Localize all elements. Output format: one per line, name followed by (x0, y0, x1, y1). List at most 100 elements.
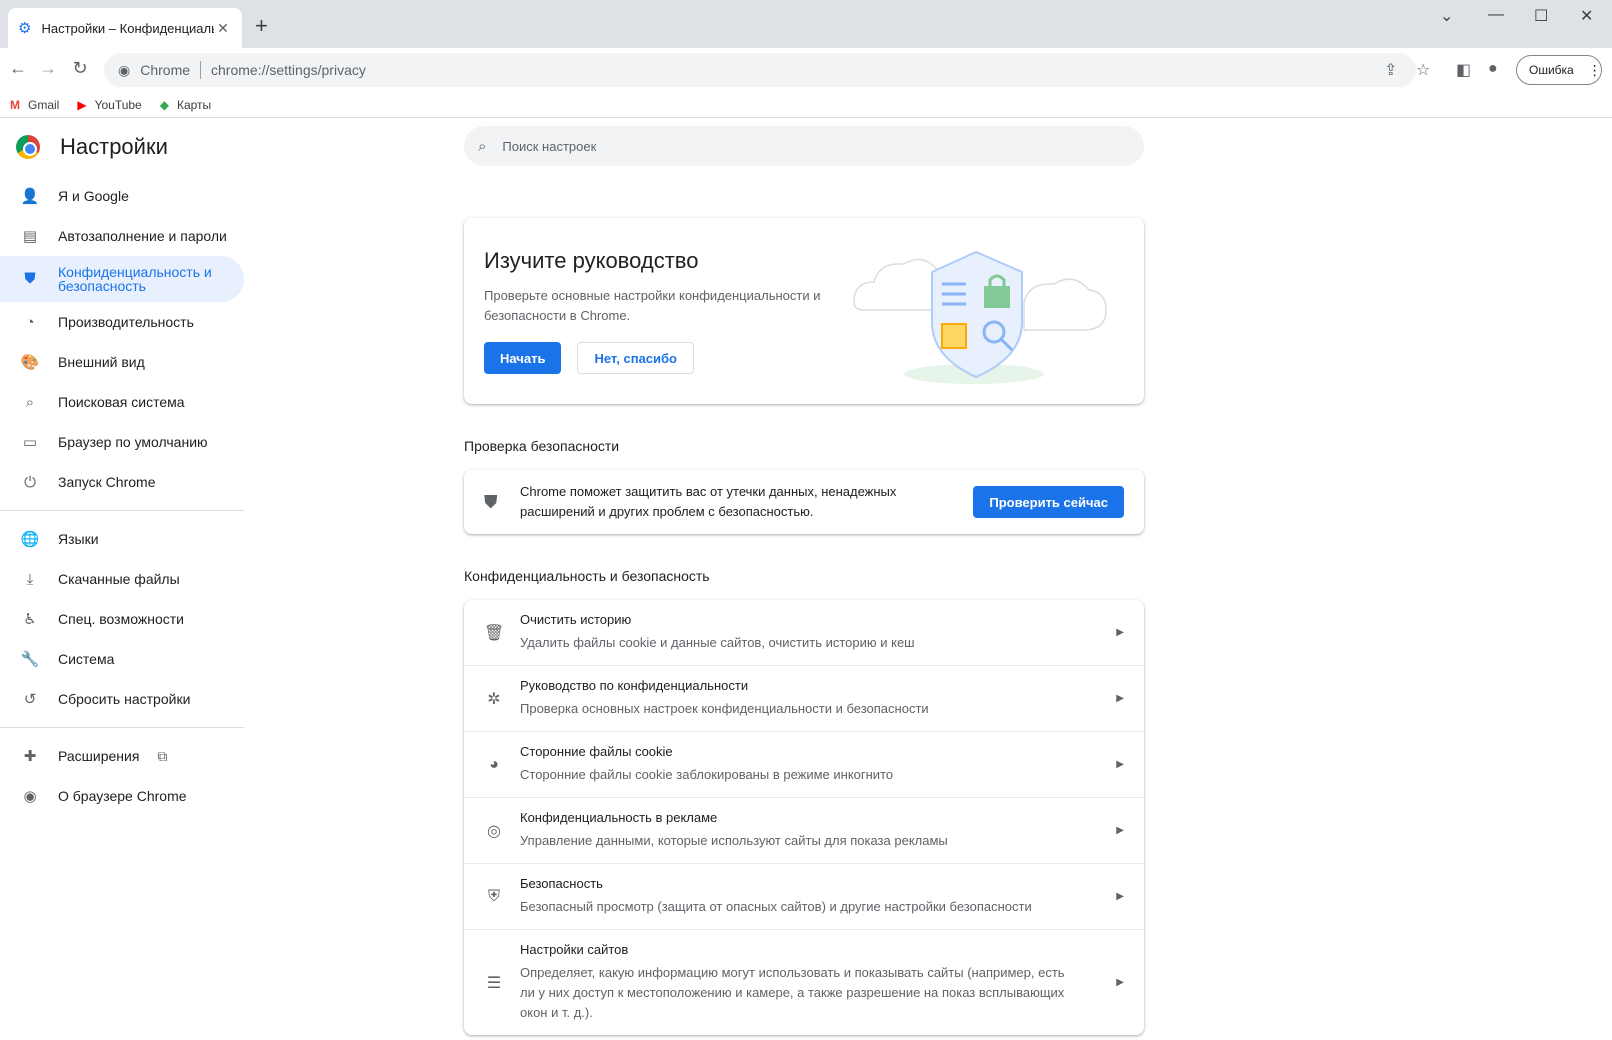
sidebar-item-system[interactable]: 🔧 Система (0, 639, 244, 679)
chrome-logo-icon (16, 135, 40, 159)
star-icon[interactable]: ☆ (1416, 60, 1430, 80)
safety-check-card: ⛊ Chrome поможет защитить вас от утечки … (464, 470, 1144, 534)
privacy-guide-promo: Изучите руководство Проверьте основные н… (464, 218, 1144, 404)
kebab-menu-icon[interactable]: ⋮ (1588, 62, 1602, 79)
tune-icon: ☰ (484, 973, 504, 993)
sidebar-item-label: Скачанные файлы (58, 571, 180, 587)
cookie-icon: ◕ (484, 756, 504, 774)
row-subtitle: Определяет, какую информацию могут испол… (520, 963, 1080, 1023)
sidebar-item-label: Сбросить настройки (58, 691, 190, 707)
sidebar-item-default-browser[interactable]: ▭Браузер по умолчанию (0, 422, 244, 462)
gmail-icon: M (10, 98, 20, 112)
sidebar-item-label: Конфиденциальность и безопасность (58, 265, 228, 293)
share-icon[interactable]: ⇪ (1384, 60, 1397, 80)
row-title: Настройки сайтов (520, 942, 1096, 957)
profile-error-button[interactable]: Ошибка ⋮ (1516, 55, 1602, 85)
start-button[interactable]: Начать (484, 342, 561, 374)
row-subtitle: Удалить файлы cookie и данные сайтов, оч… (520, 633, 1096, 653)
promo-description: Проверьте основные настройки конфиденциа… (484, 286, 824, 326)
accessibility-icon: ♿ (20, 610, 40, 628)
window-close-button[interactable]: ✕ (1580, 6, 1593, 26)
sidebar-item-downloads[interactable]: ⤓ Скачанные файлы (0, 559, 244, 599)
sidebar-divider (0, 510, 244, 511)
download-icon: ⤓ (20, 571, 40, 588)
new-tab-button[interactable]: + (255, 13, 268, 39)
search-input[interactable]: ⌕ Поиск настроек (464, 126, 1144, 166)
shield-check-icon: ⛊ (484, 492, 504, 513)
sidebar-item-you-and-google[interactable]: 👤Я и Google (0, 176, 244, 216)
check-now-button[interactable]: Проверить сейчас (973, 486, 1124, 518)
globe-icon: 🌐 (20, 530, 40, 548)
row-subtitle: Проверка основных настроек конфиденциаль… (520, 699, 1096, 719)
sidebar-item-label: Внешний вид (58, 354, 145, 370)
puzzle-icon: ✚ (20, 747, 40, 765)
search-icon: ⌕ (20, 394, 40, 411)
page-title: Настройки (60, 134, 168, 160)
sidebar-item-privacy[interactable]: ⛊Конфиденциальность и безопасность (0, 256, 244, 302)
address-bar[interactable]: ◉ Chrome chrome://settings/privacy (104, 53, 1416, 87)
youtube-icon: ▶ (77, 98, 86, 112)
clipboard-icon: ▤ (20, 227, 40, 245)
sidebar-item-languages[interactable]: 🌐Языки (0, 519, 244, 559)
forward-button[interactable]: → (36, 58, 60, 79)
back-button[interactable]: ← (6, 58, 30, 79)
bookmark-maps[interactable]: ◆ Карты (160, 98, 211, 112)
sidebar-item-performance[interactable]: ◔ Производительность (0, 302, 244, 342)
reload-button[interactable]: ↻ (68, 58, 92, 79)
wrench-icon: 🔧 (20, 650, 40, 668)
arrow-right-icon: ▶ (1116, 759, 1124, 770)
bookmark-youtube[interactable]: ▶ YouTube (77, 98, 141, 112)
sidebar-item-accessibility[interactable]: ♿Спец. возможности (0, 599, 244, 639)
arrow-right-icon: ▶ (1116, 891, 1124, 902)
privacy-list: 🗑 Очистить историюУдалить файлы cookie и… (464, 600, 1144, 1035)
omnibox-url: chrome://settings/privacy (211, 62, 366, 78)
tab-title: Настройки – Конфиденциальн (41, 21, 214, 36)
sidebar-item-label: Запуск Chrome (58, 474, 155, 490)
no-thanks-button[interactable]: Нет, спасибо (577, 342, 694, 374)
palette-icon: 🎨 (20, 353, 40, 371)
row-subtitle: Сторонние файлы cookie заблокированы в р… (520, 765, 1096, 785)
row-subtitle: Безопасный просмотр (защита от опасных с… (520, 897, 1096, 917)
person-icon: 👤 (20, 187, 40, 205)
bookmark-gmail[interactable]: M Gmail (10, 98, 59, 112)
omnibox-origin: Chrome (140, 62, 190, 78)
row-title: Руководство по конфиденциальности (520, 678, 1096, 693)
close-icon[interactable]: ✕ (214, 20, 232, 37)
sidebar-item-label: Автозаполнение и пароли (58, 228, 227, 244)
safety-check-text: Chrome поможет защитить вас от утечки да… (520, 482, 965, 522)
search-placeholder: Поиск настроек (502, 139, 596, 154)
restore-icon: ↺ (20, 690, 40, 708)
row-privacy-guide[interactable]: ✲ Руководство по конфиденциальности Прове… (464, 665, 1144, 731)
side-panel-icon[interactable]: ◧ (1456, 60, 1471, 80)
settings-main: ⌕ Поиск настроек Изучите руководство Про… (464, 118, 1144, 1035)
sidebar-item-autofill[interactable]: ▤ Автозаполнение и пароли (0, 216, 244, 256)
maximize-button[interactable]: ☐ (1534, 6, 1548, 26)
chevron-down-icon[interactable]: ⌄ (1440, 6, 1453, 26)
omnibox-divider (200, 61, 201, 79)
row-ad-privacy[interactable]: ◎ Конфиденциальность в рекламеУправление… (464, 797, 1144, 863)
compass-icon: ✲ (484, 689, 504, 709)
safety-check-heading: Проверка безопасности (464, 438, 1144, 454)
sidebar-item-label: Производительность (58, 314, 194, 330)
external-link-icon: ⧉ (157, 748, 167, 765)
bookmark-label: Gmail (28, 98, 59, 112)
sidebar-item-reset[interactable]: ↺ Сбросить настройки (0, 679, 244, 719)
sidebar-item-extensions[interactable]: ✚Расширения⧉ (0, 736, 244, 776)
speedometer-icon: ◔ (20, 314, 40, 331)
sidebar-item-label: Система (58, 651, 114, 667)
settings-sidebar: Настройки 👤Я и Google ▤ Автозаполнение и … (0, 118, 244, 816)
minimize-button[interactable]: — (1488, 6, 1504, 24)
row-third-party-cookies[interactable]: ◕ Сторонние файлы cookieСторонние файлы … (464, 731, 1144, 797)
arrow-right-icon: ▶ (1116, 693, 1124, 704)
sidebar-item-on-startup[interactable]: ⏻Запуск Chrome (0, 462, 244, 502)
security-shield-icon: ⛨ (484, 888, 504, 906)
sidebar-item-about-chrome[interactable]: ◉О браузере Chrome (0, 776, 244, 816)
row-title: Безопасность (520, 876, 1096, 891)
browser-tab[interactable]: ⚙ Настройки – Конфиденциальн ✕ (8, 8, 242, 48)
sidebar-item-appearance[interactable]: 🎨 Внешний вид (0, 342, 244, 382)
row-clear-browsing-data[interactable]: 🗑 Очистить историюУдалить файлы cookie и… (464, 600, 1144, 665)
profile-icon[interactable]: ● (1488, 60, 1498, 78)
row-site-settings[interactable]: ☰ Настройки сайтов Определяет, какую инфо… (464, 929, 1144, 1035)
sidebar-item-search-engine[interactable]: ⌕Поисковая система (0, 382, 244, 422)
row-security[interactable]: ⛨ Безопасность Безопасный просмотр (защит… (464, 863, 1144, 929)
